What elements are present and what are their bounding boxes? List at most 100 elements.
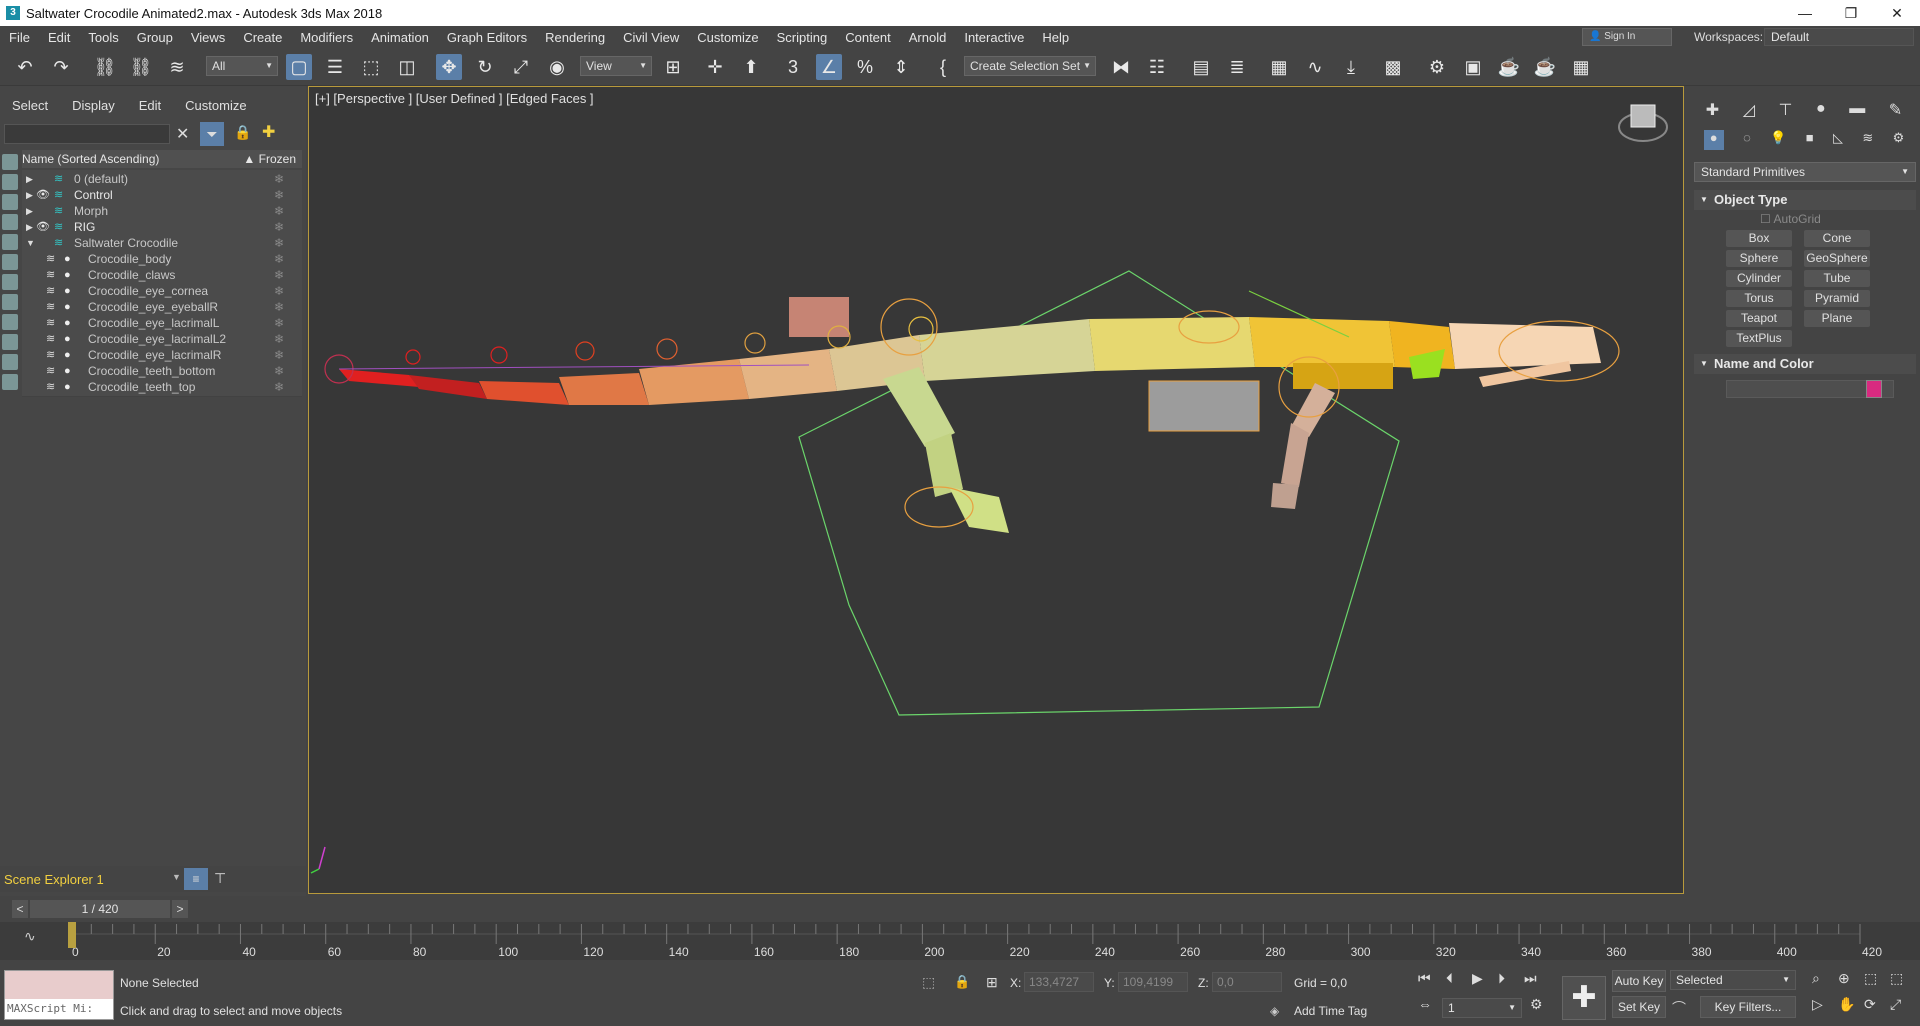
explorer-search-input[interactable] <box>4 124 170 144</box>
groups-filter-icon[interactable] <box>2 274 18 290</box>
name-column-header[interactable]: Name (Sorted Ascending) <box>22 152 159 166</box>
geometry-icon[interactable]: ● <box>1703 130 1724 150</box>
reference-coordinate-dropdown[interactable]: View <box>580 56 652 76</box>
x-coordinate-field[interactable]: 133,4727 <box>1024 972 1094 992</box>
edit-named-selection-icon[interactable]: { <box>930 54 956 80</box>
explorer-column-header[interactable]: Name (Sorted Ascending) ▲ Frozen <box>22 150 302 168</box>
bones-filter-icon[interactable] <box>2 314 18 330</box>
z-coordinate-field[interactable]: 0,0 <box>1212 972 1282 992</box>
primitive-category-dropdown[interactable]: Standard Primitives <box>1694 162 1916 182</box>
isolate-selection-icon[interactable]: ⬚ <box>922 974 935 991</box>
teapot-button[interactable]: Teapot <box>1726 310 1792 327</box>
menu-modifiers[interactable]: Modifiers <box>291 30 362 45</box>
lights-filter-icon[interactable] <box>2 194 18 210</box>
freeze-icon[interactable]: ❄ <box>274 378 284 397</box>
keyboard-shortcut-override-icon[interactable]: ⬆ <box>738 54 764 80</box>
select-by-name-icon[interactable]: ☰ <box>322 54 348 80</box>
unlink-icon[interactable]: ⛓ <box>128 54 154 80</box>
menu-graph-editors[interactable]: Graph Editors <box>438 30 536 45</box>
curve-editor-icon[interactable]: ∿ <box>1302 54 1328 80</box>
maxscript-mini-input[interactable]: MAXScript Mi: <box>5 999 113 1019</box>
hidden-filter-icon[interactable] <box>2 374 18 390</box>
menu-scripting[interactable]: Scripting <box>768 30 837 45</box>
key-selection-dropdown[interactable]: Selected <box>1670 970 1796 990</box>
cylinder-button[interactable]: Cylinder <box>1726 270 1792 287</box>
menu-help[interactable]: Help <box>1033 30 1078 45</box>
toggle-scene-explorer-icon[interactable]: ▤ <box>1188 54 1214 80</box>
time-configuration-icon[interactable]: ⚙ <box>1530 996 1543 1013</box>
lock-icon[interactable]: 🔒 <box>234 124 251 141</box>
time-slider-prev-button[interactable]: < <box>12 900 28 918</box>
menu-views[interactable]: Views <box>182 30 234 45</box>
placement-icon[interactable]: ◉ <box>544 54 570 80</box>
sort-by-hierarchy-icon[interactable]: ⊤ <box>214 870 226 887</box>
next-frame-icon[interactable]: ⏵ <box>1498 970 1505 987</box>
restore-button[interactable]: ❐ <box>1828 0 1874 26</box>
pan-icon[interactable]: ✋ <box>1838 996 1855 1013</box>
selection-lock-icon[interactable]: 🔒 <box>954 974 970 990</box>
scale-icon[interactable]: ⤢ <box>508 54 534 80</box>
table-row[interactable]: ≋ ● Crocodile_teeth_top ❄ <box>22 378 302 397</box>
menu-file[interactable]: File <box>0 30 39 45</box>
menu-edit[interactable]: Edit <box>39 30 79 45</box>
modify-tab-icon[interactable]: ◿ <box>1743 100 1755 120</box>
filter-icon[interactable]: ⏷ <box>200 122 224 146</box>
create-tab-icon[interactable]: ✚ <box>1706 100 1719 120</box>
textplus-button[interactable]: TextPlus <box>1726 330 1792 347</box>
cameras-icon[interactable]: ■ <box>1806 130 1814 150</box>
autogrid-checkbox[interactable]: ☐ AutoGrid <box>1760 212 1821 226</box>
maxscript-listener[interactable]: MAXScript Mi: <box>4 970 114 1020</box>
sphere-button[interactable]: Sphere <box>1726 250 1792 267</box>
tube-button[interactable]: Tube <box>1804 270 1870 287</box>
selection-filter-dropdown[interactable]: All <box>206 56 278 76</box>
viewcube[interactable] <box>1630 104 1656 128</box>
frozen-filter-icon[interactable] <box>2 354 18 370</box>
undo-icon[interactable]: ↶ <box>12 54 38 80</box>
default-in-out-tangent-icon[interactable]: ⌒ <box>1672 998 1686 1018</box>
menu-rendering[interactable]: Rendering <box>536 30 614 45</box>
explorer-name-field[interactable]: Scene Explorer 1 <box>4 870 170 890</box>
workspaces-select[interactable]: Default <box>1764 28 1914 46</box>
shapes-icon[interactable]: ◌ <box>1743 130 1751 150</box>
spinner-snap-icon[interactable]: ⇕ <box>888 54 914 80</box>
go-to-end-icon[interactable]: ⏭ <box>1524 970 1537 987</box>
menu-animation[interactable]: Animation <box>362 30 438 45</box>
window-crossing-icon[interactable]: ◫ <box>394 54 420 80</box>
torus-button[interactable]: Torus <box>1726 290 1792 307</box>
object-type-rollout[interactable]: Object Type <box>1694 190 1916 210</box>
zoom-extents-all-icon[interactable]: ⬚ <box>1890 970 1903 987</box>
set-keys-icon[interactable]: ✚ <box>1562 976 1606 1020</box>
sort-by-layer-icon[interactable]: ≡ <box>184 868 208 890</box>
space-warps-icon[interactable]: ≋ <box>1862 130 1873 150</box>
utilities-tab-icon[interactable]: ✎ <box>1889 100 1902 120</box>
render-activeshade-icon[interactable]: ☕ <box>1532 54 1558 80</box>
snaps-toggle-icon[interactable]: 3 <box>780 54 806 80</box>
add-layer-icon[interactable]: ✚ <box>262 122 275 142</box>
time-slider-thumb[interactable]: 1 / 420 <box>30 900 170 918</box>
orbit-icon[interactable]: ⟳ <box>1864 996 1876 1013</box>
helpers-filter-icon[interactable] <box>2 234 18 250</box>
name-and-color-rollout[interactable]: Name and Color <box>1694 354 1916 374</box>
geometry-filter-icon[interactable] <box>2 154 18 170</box>
absolute-mode-icon[interactable]: ⊞ <box>986 974 998 991</box>
motion-tab-icon[interactable]: ● <box>1816 100 1826 120</box>
plane-button[interactable]: Plane <box>1804 310 1870 327</box>
cone-button[interactable]: Cone <box>1804 230 1870 247</box>
pivot-center-icon[interactable]: ⊞ <box>660 54 686 80</box>
shapes-filter-icon[interactable] <box>2 174 18 190</box>
menu-tools[interactable]: Tools <box>79 30 127 45</box>
object-color-swatch[interactable] <box>1866 380 1882 398</box>
explorer-menu-display[interactable]: Display <box>60 98 127 113</box>
close-button[interactable]: ✕ <box>1874 0 1920 26</box>
select-manipulate-icon[interactable]: ✛ <box>702 54 728 80</box>
toggle-ribbon-icon[interactable]: ▦ <box>1266 54 1292 80</box>
y-coordinate-field[interactable]: 109,4199 <box>1118 972 1188 992</box>
menu-interactive[interactable]: Interactive <box>955 30 1033 45</box>
clear-search-icon[interactable]: ✕ <box>176 124 189 144</box>
zoom-all-icon[interactable]: ⊕ <box>1838 970 1850 987</box>
zoom-icon[interactable]: ⌕ <box>1812 970 1820 987</box>
xrefs-filter-icon[interactable] <box>2 294 18 310</box>
explorer-menu-customize[interactable]: Customize <box>173 98 258 113</box>
track-bar[interactable]: ∿ 0 20 40 60 80 100 120 140 160 180 200 220 240 260 28… <box>0 922 1920 960</box>
menu-create[interactable]: Create <box>234 30 291 45</box>
